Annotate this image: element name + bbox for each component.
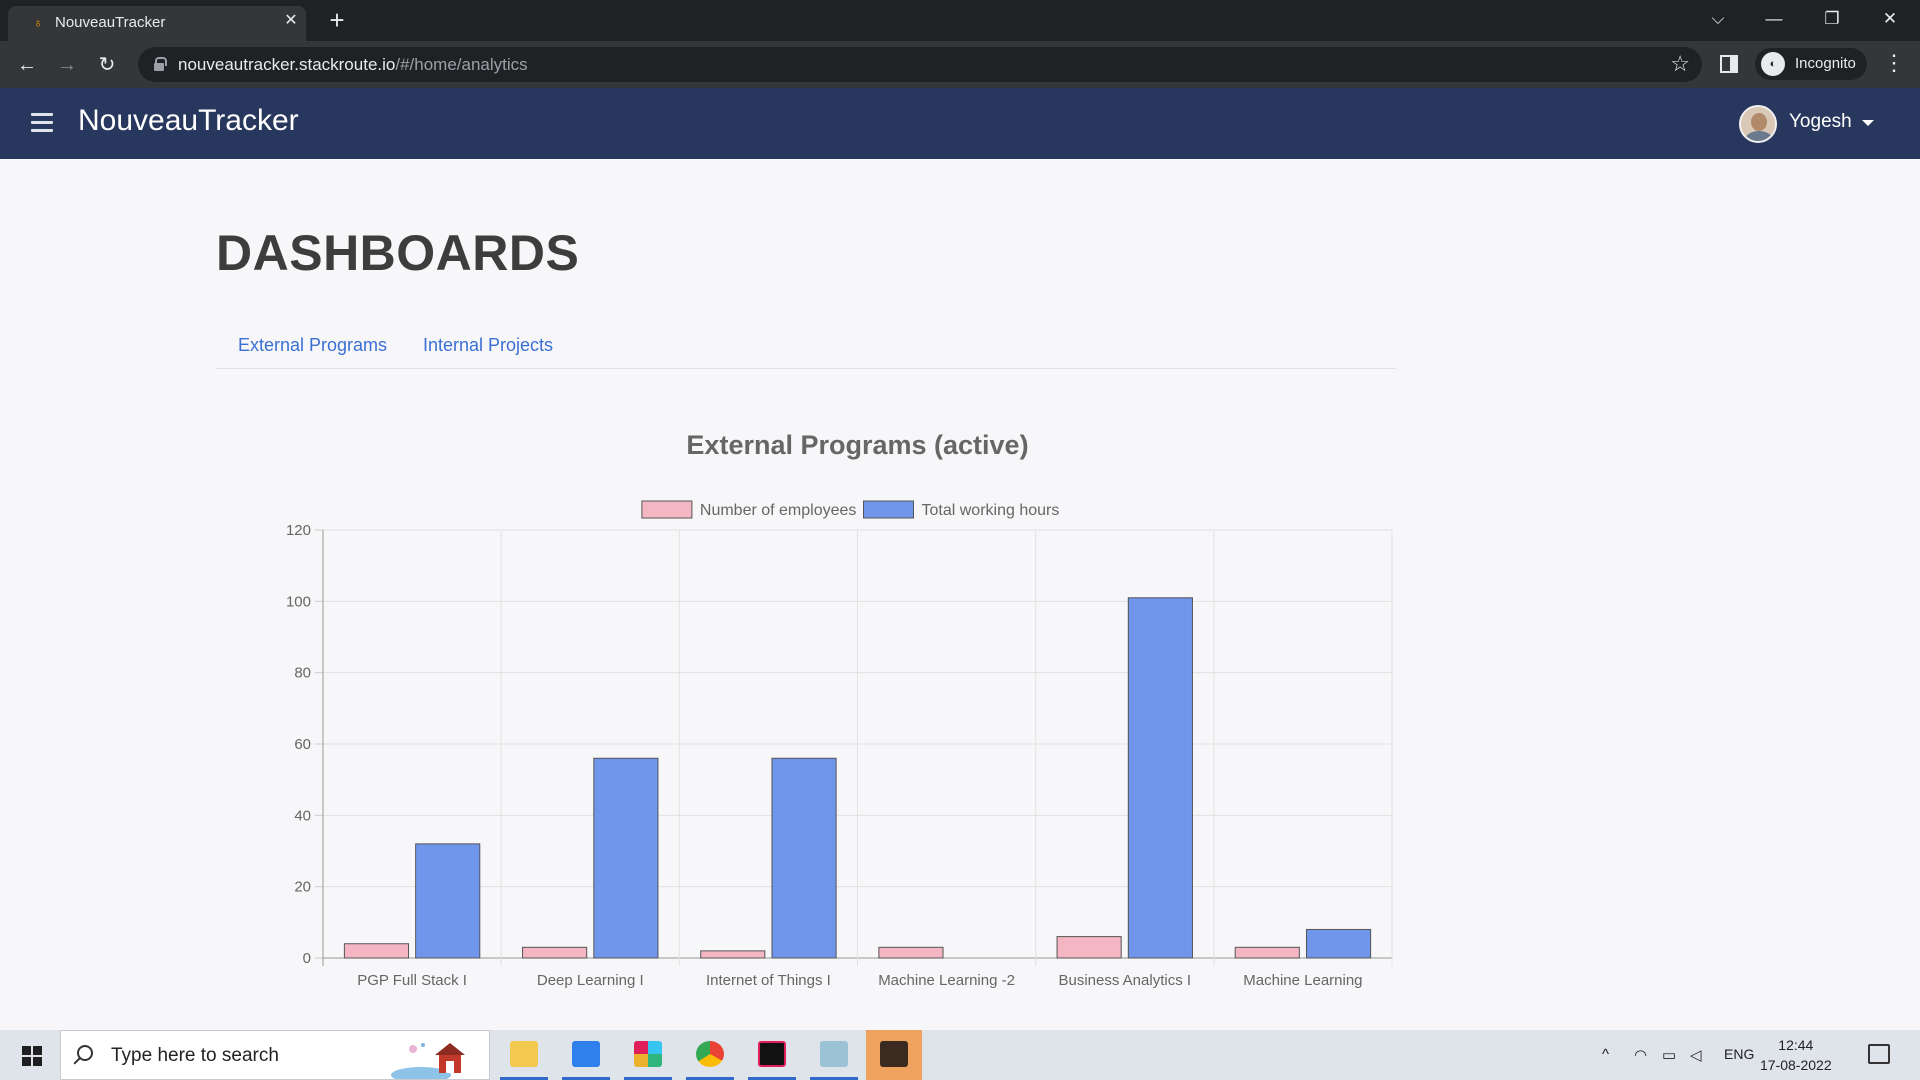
bar-employees [522,946,588,959]
y-tick-label: 100 [286,593,311,610]
tab-search-icon[interactable]: ⌵ [1696,4,1740,34]
legend-swatch-2 [863,500,914,519]
y-tick-label: 60 [294,736,311,753]
bar-hours [771,757,837,959]
y-tick-label: 120 [286,522,311,539]
bar-chart: External Programs (active) Number of empl… [286,430,1393,989]
bar-hours [1127,597,1193,959]
x-tick-label: PGP Full Stack I [357,972,467,989]
minimize-button[interactable]: — [1752,4,1796,34]
taskbar-file-explorer[interactable] [496,1030,552,1080]
user-avatar[interactable] [1739,105,1777,143]
reload-button[interactable]: ↻ [92,50,122,80]
bar-hours [415,843,481,959]
bar-employees [1056,936,1122,959]
forward-button[interactable]: → [52,50,82,80]
y-tick-label: 40 [294,807,311,824]
x-tick-label: Internet of Things I [706,972,831,989]
url-path: /#/home/analytics [395,55,528,74]
legend-label-2: Total working hours [922,502,1060,519]
y-tick-label: 20 [294,879,311,896]
close-window-button[interactable]: ✕ [1868,4,1912,34]
system-clock[interactable]: 12:44 17-08-2022 [1760,1035,1832,1075]
url-host: nouveautracker.stackroute.io [178,55,396,74]
browser-toolbar: ← → ↻ nouveautracker.stackroute.io/#/hom… [0,41,1920,88]
x-tick-label: Machine Learning [1243,972,1362,989]
search-icon [77,1045,93,1061]
bar-employees [700,950,766,959]
hamburger-menu-icon[interactable] [31,113,53,133]
tab-external-programs[interactable]: External Programs [238,335,387,356]
taskbar-search[interactable]: Type here to search [60,1030,490,1080]
side-panel-icon[interactable] [1720,55,1738,73]
intellij-icon [758,1041,786,1067]
close-tab-icon[interactable]: ✕ [280,10,302,32]
tab-internal-projects[interactable]: Internal Projects [423,335,553,356]
notes-app-icon [820,1041,848,1067]
x-tick-label: Business Analytics I [1058,972,1191,989]
x-tick-label: Machine Learning -2 [878,972,1015,989]
taskbar-mail-app[interactable] [866,1030,922,1080]
user-dropdown-caret-icon[interactable] [1862,120,1874,126]
y-tick-label: 80 [294,665,311,682]
clock-time: 12:44 [1778,1037,1814,1053]
bar-hours [593,757,659,959]
chart-container: External Programs (active) Number of empl… [240,418,1410,1018]
bar-employees [1234,946,1300,959]
search-highlight-illustration [391,1043,465,1079]
restore-button[interactable]: ❐ [1810,4,1854,34]
browser-menu-icon[interactable]: ⋮ [1883,50,1905,76]
mail-icon [880,1041,908,1067]
volume-icon[interactable]: ◁ [1690,1046,1702,1064]
bookmark-star-icon[interactable]: ☆ [1670,51,1690,77]
lock-icon[interactable] [154,57,167,71]
back-button[interactable]: ← [12,50,42,80]
show-hidden-icons-icon[interactable]: ^ [1602,1046,1609,1063]
wifi-icon[interactable]: ◠ [1634,1046,1647,1064]
taskbar-slack[interactable] [620,1030,676,1080]
app-navbar: NouveauTracker Yogesh [0,88,1920,159]
app-favicon-icon: ♁ [33,15,43,30]
windows-taskbar: Type here to search ^ ◠ ▭ ◁ ENG 12:44 17… [0,1030,1920,1080]
slack-icon [634,1041,662,1067]
notifications-icon[interactable] [1868,1044,1890,1064]
taskbar-notes-app[interactable] [806,1030,862,1080]
legend-label-1: Number of employees [700,502,857,519]
y-tick-label: 0 [303,950,311,967]
app-brand[interactable]: NouveauTracker [78,104,299,138]
bar-hours [1305,928,1372,959]
browser-tab-strip: ♁ NouveauTracker ✕ + ⌵ — ❐ ✕ [0,0,1920,41]
chrome-icon [696,1041,724,1067]
bar-employees [343,943,410,959]
taskbar-vscode[interactable] [558,1030,614,1080]
file-explorer-icon [510,1041,538,1067]
taskbar-intellij[interactable] [744,1030,800,1080]
incognito-indicator[interactable]: ◐ Incognito [1755,48,1867,80]
address-bar[interactable]: nouveautracker.stackroute.io/#/home/anal… [138,47,1702,82]
user-name[interactable]: Yogesh [1789,111,1852,133]
clock-date: 17-08-2022 [1760,1057,1832,1073]
browser-tab[interactable]: ♁ NouveauTracker ✕ [8,6,306,41]
x-tick-label: Deep Learning I [537,972,644,989]
dashboard-tabs: External Programs Internal Projects [216,330,1396,369]
chart-title: External Programs (active) [686,430,1028,460]
taskbar-chrome[interactable] [682,1030,738,1080]
new-tab-button[interactable]: + [323,6,351,34]
taskbar-search-placeholder: Type here to search [111,1045,279,1066]
url-text[interactable]: nouveautracker.stackroute.io/#/home/anal… [178,55,528,75]
incognito-icon: ◐ [1761,52,1785,76]
browser-tab-title: NouveauTracker [55,14,166,31]
incognito-label: Incognito [1795,55,1856,72]
legend-swatch-1 [641,500,693,519]
windows-start-icon[interactable] [22,1046,42,1066]
page-title: DASHBOARDS [216,225,580,281]
bar-employees [878,946,944,959]
vscode-icon [572,1041,600,1067]
battery-icon[interactable]: ▭ [1662,1046,1676,1064]
language-indicator[interactable]: ENG [1724,1046,1754,1062]
